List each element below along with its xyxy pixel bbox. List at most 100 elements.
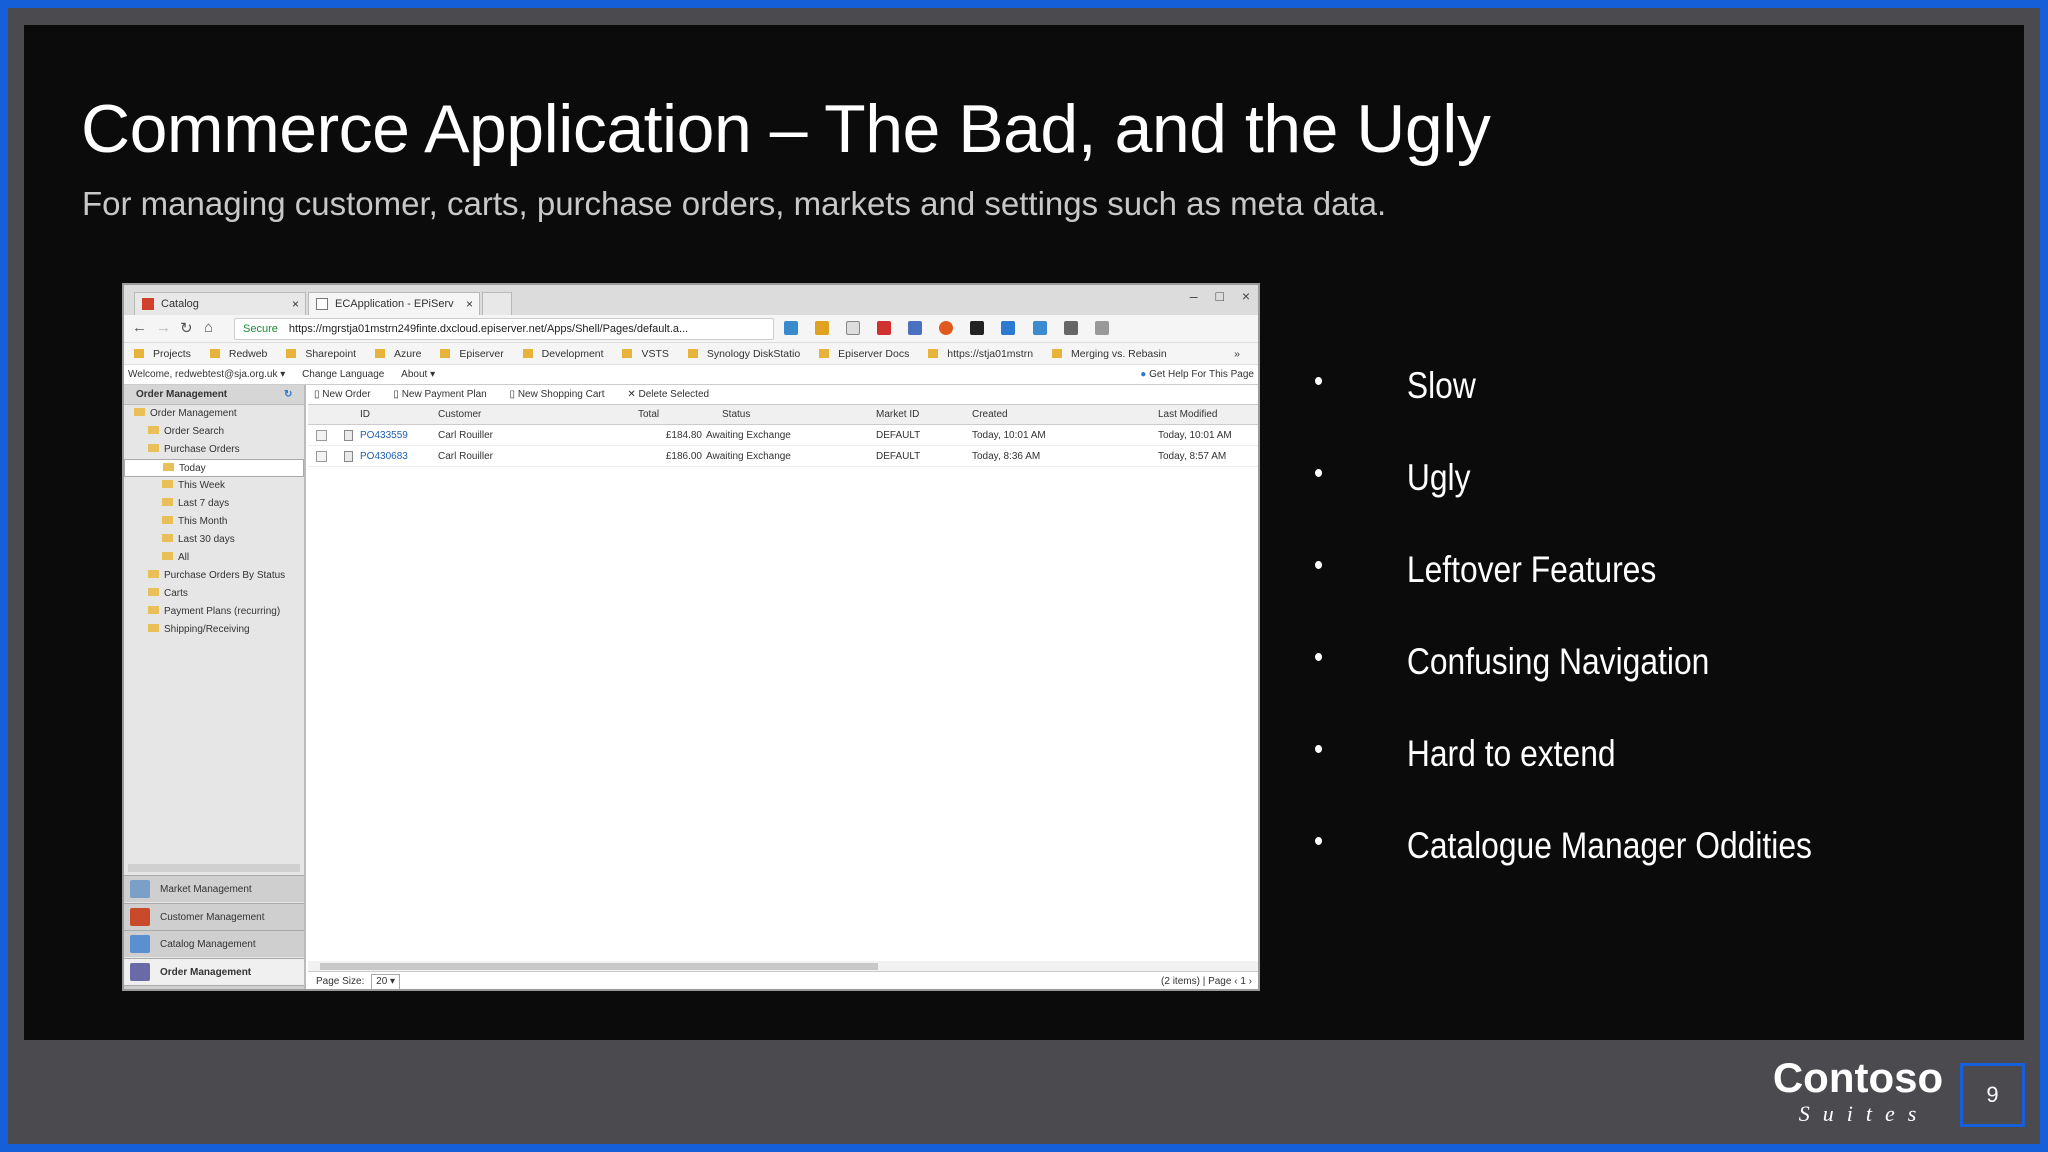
extension-icon[interactable] [908, 321, 923, 335]
folder-icon [148, 624, 159, 632]
tree-item[interactable]: Today [124, 459, 304, 477]
tree-item-label: Purchase Orders [164, 444, 240, 455]
bookmark-item[interactable]: Synology DiskStatio [688, 343, 800, 364]
bookmark-item[interactable]: Episerver [440, 343, 503, 364]
tree-item[interactable]: Payment Plans (recurring) [124, 603, 304, 621]
extension-icon[interactable] [970, 321, 985, 335]
menu-icon[interactable] [1094, 321, 1109, 335]
cell-customer: Carl Rouiller [438, 451, 494, 462]
tree-scrollbar[interactable] [128, 864, 300, 872]
bookmark-item[interactable]: Merging vs. Rebasin [1052, 343, 1167, 364]
bullet-list: • Slow • Ugly • Leftover Features • Confusing N… [1314, 365, 1914, 917]
url-input[interactable]: Secure https://mgrstja01mstrn249finte.dx… [234, 318, 774, 340]
browser-tab-bar: Catalog × ECApplication - EPiServ × – □ … [124, 285, 1258, 315]
tree-item[interactable]: Carts [124, 585, 304, 603]
column-header-customer[interactable]: Customer [438, 405, 481, 425]
browser-tab-ecapplication[interactable]: ECApplication - EPiServ × [308, 292, 480, 315]
bookmark-item[interactable]: Azure [375, 343, 421, 364]
table-row[interactable]: PO433559 Carl Rouiller £184.80 Awaiting Exc… [308, 425, 1258, 446]
bullet-text: Catalogue Manager Oddities [1406, 825, 1812, 866]
extension-icon[interactable] [1063, 321, 1078, 335]
bookmark-item[interactable]: https://stja01mstrn [928, 343, 1033, 364]
about-menu[interactable]: About ▾ [401, 369, 435, 380]
table-row[interactable]: PO430683 Carl Rouiller £186.00 Awaiting Exc… [308, 446, 1258, 467]
folder-icon [148, 588, 159, 596]
help-link[interactable]: ● Get Help For This Page [1140, 365, 1254, 385]
row-checkbox[interactable] [316, 451, 327, 462]
new-shopping-cart-button[interactable]: ▯ New Shopping Cart [510, 389, 615, 400]
bullet-text: Ugly [1406, 457, 1471, 498]
pager-info[interactable]: (2 items) | Page ‹ 1 › [1161, 972, 1252, 989]
back-icon[interactable]: ← [132, 319, 147, 336]
close-icon[interactable]: × [292, 293, 299, 315]
bookmark-item[interactable]: Projects [134, 343, 191, 364]
column-header-last-modified[interactable]: Last Modified [1158, 405, 1217, 425]
bookmarks-more-button[interactable]: » [1234, 343, 1240, 364]
module-nav-item[interactable]: Market Management [124, 875, 304, 902]
tree-item[interactable]: All [124, 549, 304, 567]
window-controls[interactable]: – □ × [1190, 288, 1250, 304]
module-nav-item[interactable]: Order Management [124, 957, 304, 985]
tree-item[interactable]: Last 7 days [124, 495, 304, 513]
column-header-total[interactable]: Total [638, 405, 659, 425]
bookmark-item[interactable]: VSTS [622, 343, 668, 364]
home-icon[interactable]: ⌂ [204, 319, 213, 336]
folder-icon [162, 516, 173, 524]
column-header-market-id[interactable]: Market ID [876, 405, 919, 425]
bookmark-item[interactable]: Sharepoint [286, 343, 356, 364]
extension-icon[interactable] [1001, 321, 1016, 335]
cell-status: Awaiting Exchange [706, 430, 791, 441]
module-nav-item[interactable]: Catalog Management [124, 930, 304, 957]
new-tab-button[interactable] [482, 292, 512, 315]
close-icon[interactable]: × [466, 293, 473, 315]
folder-icon [162, 498, 173, 506]
forward-icon[interactable]: → [156, 319, 171, 336]
module-nav-item[interactable]: Marketing [124, 985, 304, 989]
tree-item[interactable]: Shipping/Receiving [124, 621, 304, 639]
extension-icon[interactable] [939, 321, 954, 335]
extension-icon[interactable] [846, 321, 861, 335]
folder-icon [134, 408, 145, 416]
tree-item[interactable]: Order Management [124, 405, 304, 423]
delete-selected-button[interactable]: ✕ Delete Selected [627, 389, 719, 400]
horizontal-scrollbar[interactable] [308, 961, 1258, 971]
bookmark-item[interactable]: Episerver Docs [819, 343, 909, 364]
page-size-select[interactable]: 20 ▾ [371, 974, 401, 989]
bullet-dot: • [1314, 641, 1324, 674]
bullet-dot: • [1314, 733, 1324, 766]
column-header-id[interactable]: ID [360, 405, 370, 425]
browser-tab-catalog[interactable]: Catalog × [134, 292, 306, 315]
module-nav-label: Customer Management [160, 911, 265, 923]
tree-item-label: This Month [178, 516, 228, 527]
tree-item[interactable]: Purchase Orders By Status [124, 567, 304, 585]
extension-icon[interactable] [1032, 321, 1047, 335]
module-icon [130, 962, 150, 981]
column-header-status[interactable]: Status [722, 405, 750, 425]
tree-item[interactable]: Purchase Orders [124, 441, 304, 459]
cell-id[interactable]: PO430683 [360, 446, 408, 467]
pager-bar: Page Size: 20 ▾ (2 items) | Page ‹ 1 › [308, 971, 1258, 989]
module-nav-item[interactable]: Customer Management [124, 902, 304, 930]
tab-favicon-icon [142, 298, 154, 310]
extension-icon[interactable] [815, 321, 830, 335]
folder-icon [162, 552, 173, 560]
new-order-button[interactable]: ▯ New Order [314, 389, 381, 400]
new-payment-plan-button[interactable]: ▯ New Payment Plan [393, 389, 496, 400]
tree-item[interactable]: This Month [124, 513, 304, 531]
bookmark-item[interactable]: Development [523, 343, 604, 364]
bookmark-item[interactable]: Redweb [210, 343, 268, 364]
tree-item[interactable]: Order Search [124, 423, 304, 441]
tree-item[interactable]: This Week [124, 477, 304, 495]
change-language-link[interactable]: Change Language [302, 369, 384, 380]
refresh-icon[interactable]: ↻ [284, 385, 292, 405]
tree-item[interactable]: Last 30 days [124, 531, 304, 549]
extension-icon[interactable] [784, 321, 798, 335]
grid-toolbar: ▯ New Order ▯ New Payment Plan ▯ New Sho… [308, 385, 1258, 405]
reload-icon[interactable]: ↻ [180, 319, 193, 337]
extension-icon[interactable] [877, 321, 892, 335]
cell-last-modified: Today, 10:01 AM [1158, 430, 1232, 441]
column-header-created[interactable]: Created [972, 405, 1008, 425]
row-checkbox[interactable] [316, 430, 327, 441]
cell-id[interactable]: PO433559 [360, 425, 408, 446]
welcome-menu[interactable]: Welcome, redwebtest@sja.org.uk ▾ [128, 369, 285, 380]
